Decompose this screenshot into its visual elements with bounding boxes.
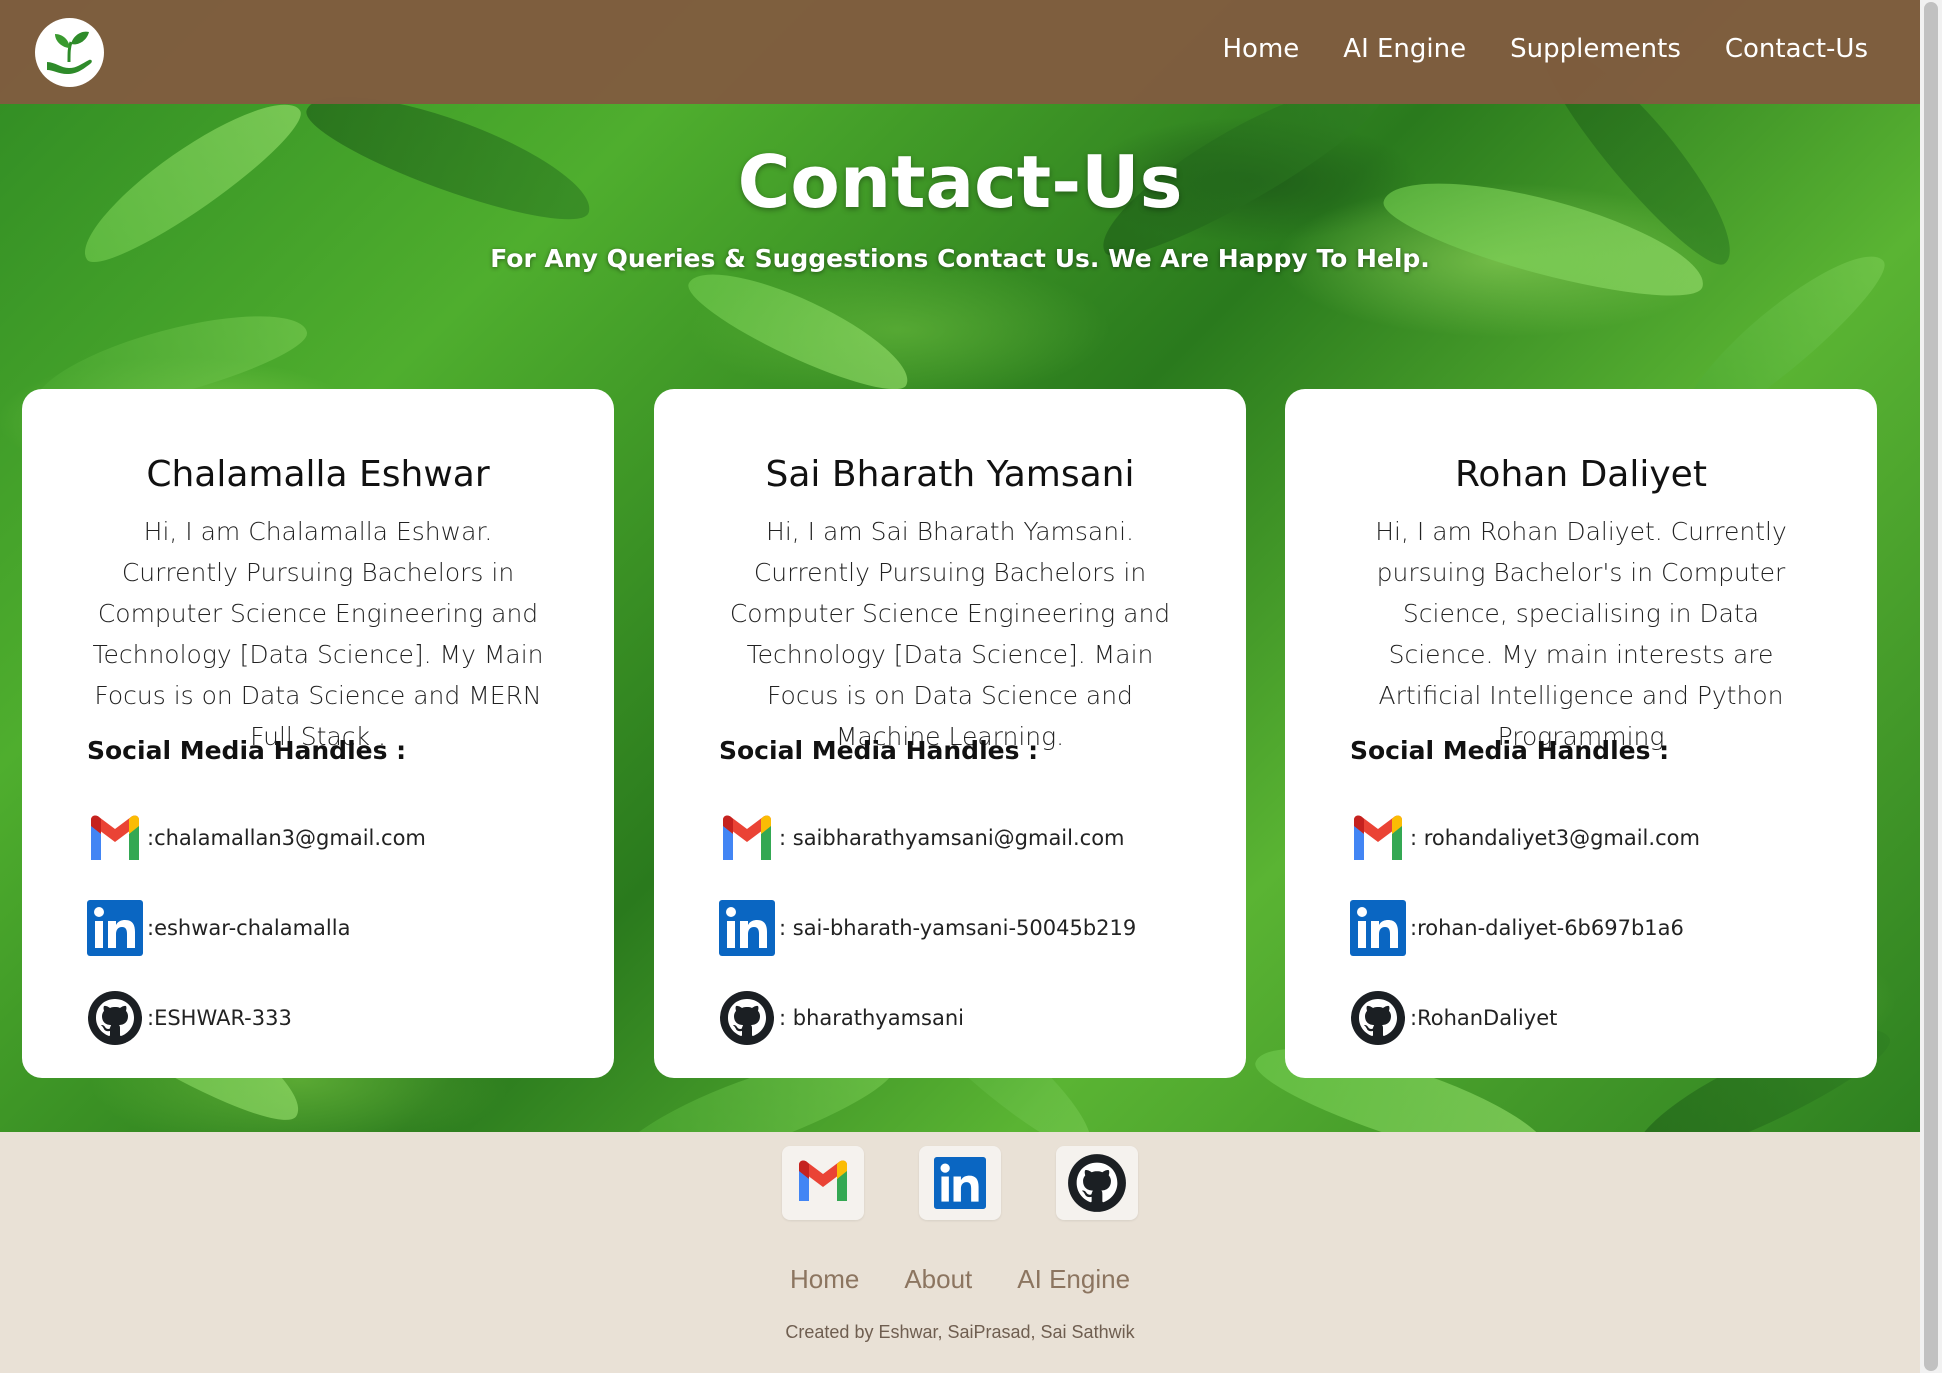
linkedin-handle[interactable]: : sai-bharath-yamsani-50045b219 xyxy=(719,900,1136,956)
top-navbar: Home AI Engine Supplements Contact-Us xyxy=(0,0,1920,104)
contact-card: Chalamalla Eshwar Hi, I am Chalamalla Es… xyxy=(22,389,614,1078)
footer-github-link[interactable] xyxy=(1056,1146,1138,1220)
social-handles-heading: Social Media Handles : xyxy=(719,736,1039,765)
linkedin-icon xyxy=(934,1157,986,1209)
contact-name: Chalamalla Eshwar xyxy=(146,454,490,495)
nav-supplements[interactable]: Supplements xyxy=(1510,34,1681,64)
linkedin-icon xyxy=(87,900,143,956)
github-handle[interactable]: :RohanDaliyet xyxy=(1350,990,1557,1046)
footer-link-home[interactable]: Home xyxy=(790,1264,859,1295)
footer-gmail-link[interactable] xyxy=(782,1146,864,1220)
gmail-icon xyxy=(91,815,139,860)
github-username: : bharathyamsani xyxy=(779,1006,965,1030)
page-title: Contact-Us xyxy=(737,140,1183,224)
linkedin-icon xyxy=(1350,900,1406,956)
contact-name: Sai Bharath Yamsani xyxy=(765,454,1135,495)
linkedin-handle[interactable]: :eshwar-chalamalla xyxy=(87,900,350,956)
email-address: : saibharathyamsani@gmail.com xyxy=(779,826,1125,850)
page-subtitle: For Any Queries & Suggestions Contact Us… xyxy=(490,244,1430,273)
github-handle[interactable]: : bharathyamsani xyxy=(719,990,964,1046)
github-icon xyxy=(720,991,774,1045)
email-handle[interactable]: :chalamallan3@gmail.com xyxy=(87,810,426,866)
social-handles-heading: Social Media Handles : xyxy=(87,736,407,765)
page: Home AI Engine Supplements Contact-Us Co… xyxy=(0,0,1920,1373)
footer-nav: Home About AI Engine xyxy=(0,1264,1920,1295)
linkedin-username: : sai-bharath-yamsani-50045b219 xyxy=(779,916,1137,940)
linkedin-username: :rohan-daliyet-6b697b1a6 xyxy=(1410,916,1684,940)
contact-card: Sai Bharath Yamsani Hi, I am Sai Bharath… xyxy=(654,389,1246,1078)
nav-home[interactable]: Home xyxy=(1223,34,1300,64)
footer: Home About AI Engine Created by Eshwar, … xyxy=(0,1132,1920,1373)
github-icon xyxy=(1068,1154,1126,1212)
github-icon xyxy=(88,991,142,1045)
footer-link-about[interactable]: About xyxy=(904,1264,972,1295)
contact-bio: Hi, I am Chalamalla Eshwar. Currently Pu… xyxy=(92,517,544,751)
vertical-scrollbar[interactable] xyxy=(1920,0,1942,1373)
contact-bio: Hi, I am Sai Bharath Yamsani. Currently … xyxy=(729,517,1171,751)
contact-card: Rohan Daliyet Hi, I am Rohan Daliyet. Cu… xyxy=(1285,389,1877,1078)
footer-social-icons xyxy=(0,1146,1920,1220)
social-handles-heading: Social Media Handles : xyxy=(1350,736,1670,765)
contact-bio: Hi, I am Rohan Daliyet. Currently pursui… xyxy=(1375,517,1787,751)
github-icon xyxy=(1351,991,1405,1045)
nav-ai-engine[interactable]: AI Engine xyxy=(1343,34,1466,64)
email-handle[interactable]: : rohandaliyet3@gmail.com xyxy=(1350,810,1700,866)
gmail-icon xyxy=(1354,815,1402,860)
linkedin-icon xyxy=(719,900,775,956)
github-username: :RohanDaliyet xyxy=(1410,1006,1558,1030)
contact-name: Rohan Daliyet xyxy=(1455,454,1707,495)
nav-contact-us[interactable]: Contact-Us xyxy=(1725,34,1868,64)
email-address: :chalamallan3@gmail.com xyxy=(147,826,426,850)
footer-link-ai-engine[interactable]: AI Engine xyxy=(1017,1264,1130,1295)
footer-linkedin-link[interactable] xyxy=(919,1146,1001,1220)
footer-credit: Created by Eshwar, SaiPrasad, Sai Sathwi… xyxy=(785,1322,1135,1342)
scrollbar-thumb[interactable] xyxy=(1924,2,1938,1371)
gmail-icon xyxy=(799,1160,847,1201)
nav-links: Home AI Engine Supplements Contact-Us xyxy=(1223,34,1869,64)
email-handle[interactable]: : saibharathyamsani@gmail.com xyxy=(719,810,1125,866)
gmail-icon xyxy=(723,815,771,860)
linkedin-username: :eshwar-chalamalla xyxy=(147,916,351,940)
linkedin-handle[interactable]: :rohan-daliyet-6b697b1a6 xyxy=(1350,900,1684,956)
email-address: : rohandaliyet3@gmail.com xyxy=(1410,826,1700,850)
github-username: :ESHWAR-333 xyxy=(147,1006,292,1030)
github-handle[interactable]: :ESHWAR-333 xyxy=(87,990,292,1046)
plant-in-hand-icon[interactable] xyxy=(35,18,104,87)
